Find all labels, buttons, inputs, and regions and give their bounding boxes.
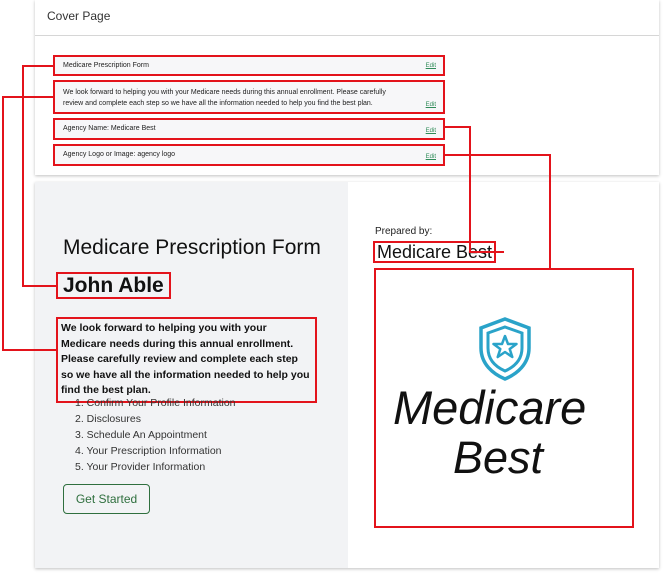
- field-label: Agency Logo or Image: agency logo: [63, 151, 176, 158]
- field-label: We look forward to helping you with your…: [63, 89, 386, 107]
- agency-name: Medicare Best: [373, 241, 497, 263]
- logo-text-line2: Best: [453, 432, 544, 483]
- cover-page-card: Cover Page Medicare Prescription Form Ed…: [35, 0, 659, 175]
- step-item: 5. Your Provider Information: [75, 461, 206, 473]
- edit-link[interactable]: Edit: [426, 100, 436, 111]
- preview-left-panel: Medicare Prescription Form John Able We …: [35, 182, 348, 568]
- cover-page-title: Cover Page: [35, 0, 659, 36]
- steps-list: 1. Confirm Your Profile Information 2. D…: [75, 395, 236, 475]
- get-started-button[interactable]: Get Started: [63, 484, 150, 514]
- field-row-agency-name[interactable]: Agency Name: Medicare Best Edit: [53, 118, 445, 140]
- preview-description: We look forward to helping you with your…: [56, 317, 317, 403]
- step-item: 4. Your Prescription Information: [75, 445, 222, 457]
- step-item: 3. Schedule An Appointment: [75, 429, 207, 441]
- field-row-agency-logo[interactable]: Agency Logo or Image: agency logo Edit: [53, 144, 445, 166]
- edit-link[interactable]: Edit: [426, 58, 436, 75]
- agency-logo: Medicare Best: [374, 268, 634, 528]
- field-row-description[interactable]: We look forward to helping you with your…: [53, 80, 445, 114]
- field-row-form-title[interactable]: Medicare Prescription Form Edit: [53, 55, 445, 76]
- field-label: Agency Name: Medicare Best: [63, 125, 156, 132]
- shield-star-icon: [479, 317, 531, 381]
- preview-right-panel: Prepared by: Medicare Best Medicare Best: [348, 182, 659, 568]
- step-item: 1. Confirm Your Profile Information: [75, 397, 236, 409]
- preview-form-title: Medicare Prescription Form: [63, 236, 321, 259]
- step-item: 2. Disclosures: [75, 413, 141, 425]
- client-name: John Able: [56, 272, 171, 299]
- edit-link[interactable]: Edit: [426, 122, 436, 140]
- field-label: Medicare Prescription Form: [63, 62, 149, 69]
- prepared-by-label: Prepared by:: [375, 226, 433, 237]
- logo-text-line1: Medicare: [393, 381, 587, 434]
- cover-page-preview: Medicare Prescription Form John Able We …: [35, 182, 659, 568]
- edit-link[interactable]: Edit: [426, 148, 436, 166]
